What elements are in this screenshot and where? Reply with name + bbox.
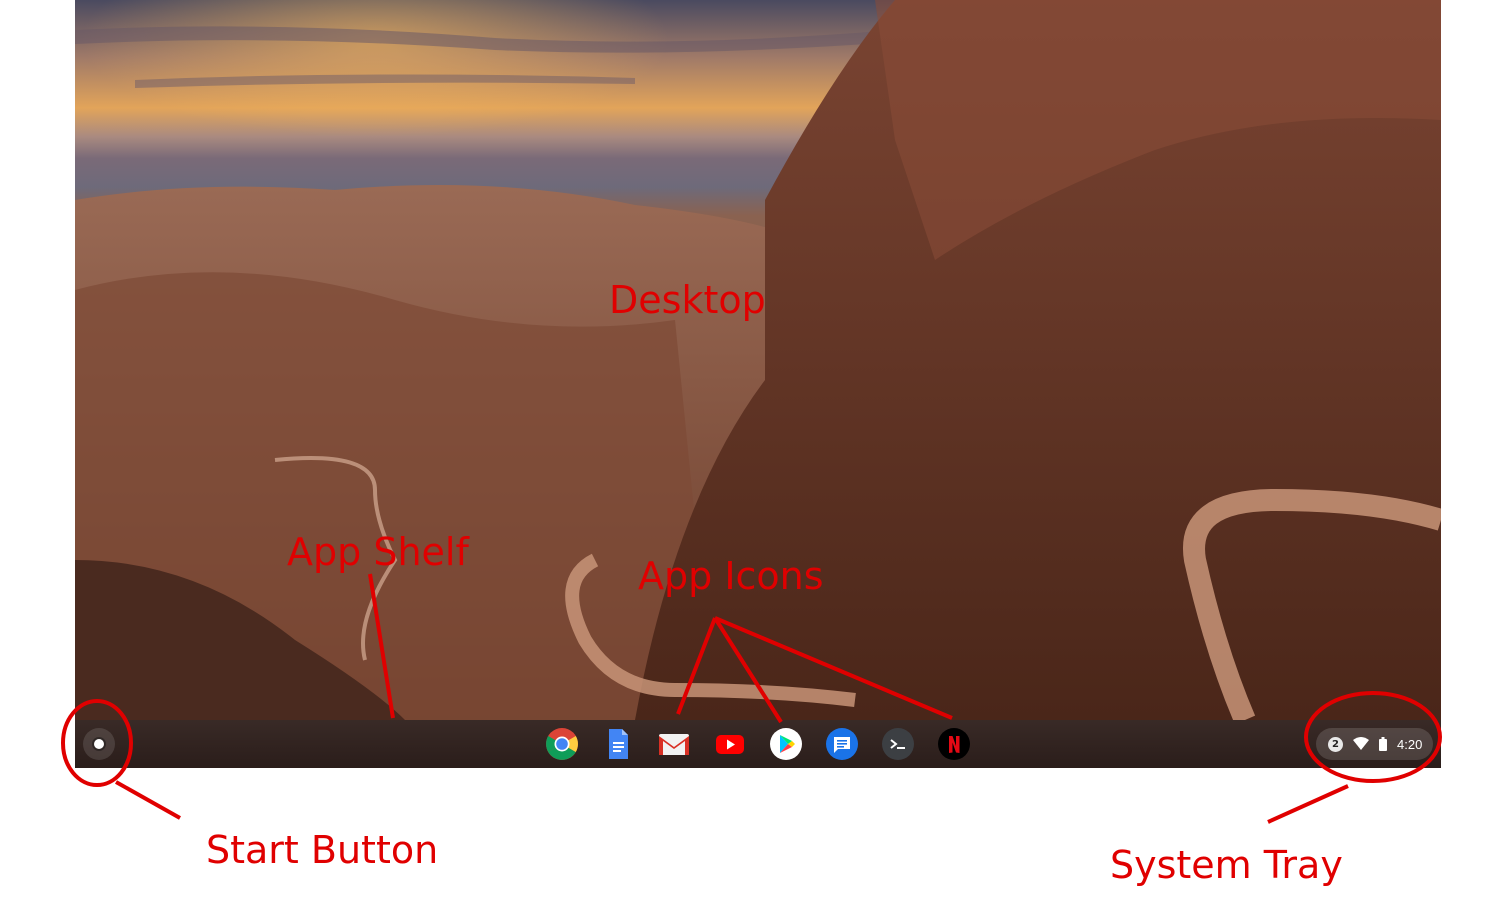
chromeos-screen: 2 4:20	[75, 0, 1441, 768]
docs-icon[interactable]	[601, 727, 635, 761]
system-tray-label: System Tray	[1110, 843, 1343, 887]
start-button-pointer	[115, 780, 181, 820]
gmail-icon[interactable]	[657, 727, 691, 761]
launcher-button[interactable]	[83, 728, 115, 760]
app-shelf: 2 4:20	[75, 720, 1441, 768]
terminal-icon[interactable]	[881, 727, 915, 761]
netflix-icon[interactable]	[937, 727, 971, 761]
messages-icon[interactable]	[825, 727, 859, 761]
app-shelf-label: App Shelf	[287, 530, 469, 574]
system-tray[interactable]: 2 4:20	[1316, 728, 1433, 760]
launcher-circle-icon	[94, 739, 104, 749]
youtube-icon[interactable]	[713, 727, 747, 761]
start-button-label: Start Button	[206, 828, 439, 872]
annotated-screenshot: 2 4:20 Desktop App Shelf App Icons Start…	[0, 0, 1500, 900]
desktop-label: Desktop	[609, 278, 766, 322]
chrome-icon[interactable]	[545, 727, 579, 761]
play-store-icon[interactable]	[769, 727, 803, 761]
app-icons	[545, 727, 971, 761]
battery-icon	[1379, 737, 1387, 751]
notification-count-badge[interactable]: 2	[1328, 736, 1343, 752]
system-tray-pointer	[1267, 784, 1349, 824]
clock[interactable]: 4:20	[1397, 737, 1422, 752]
wallpaper-landscape	[75, 0, 1441, 720]
wifi-icon	[1353, 737, 1369, 750]
app-icons-label: App Icons	[638, 554, 824, 598]
